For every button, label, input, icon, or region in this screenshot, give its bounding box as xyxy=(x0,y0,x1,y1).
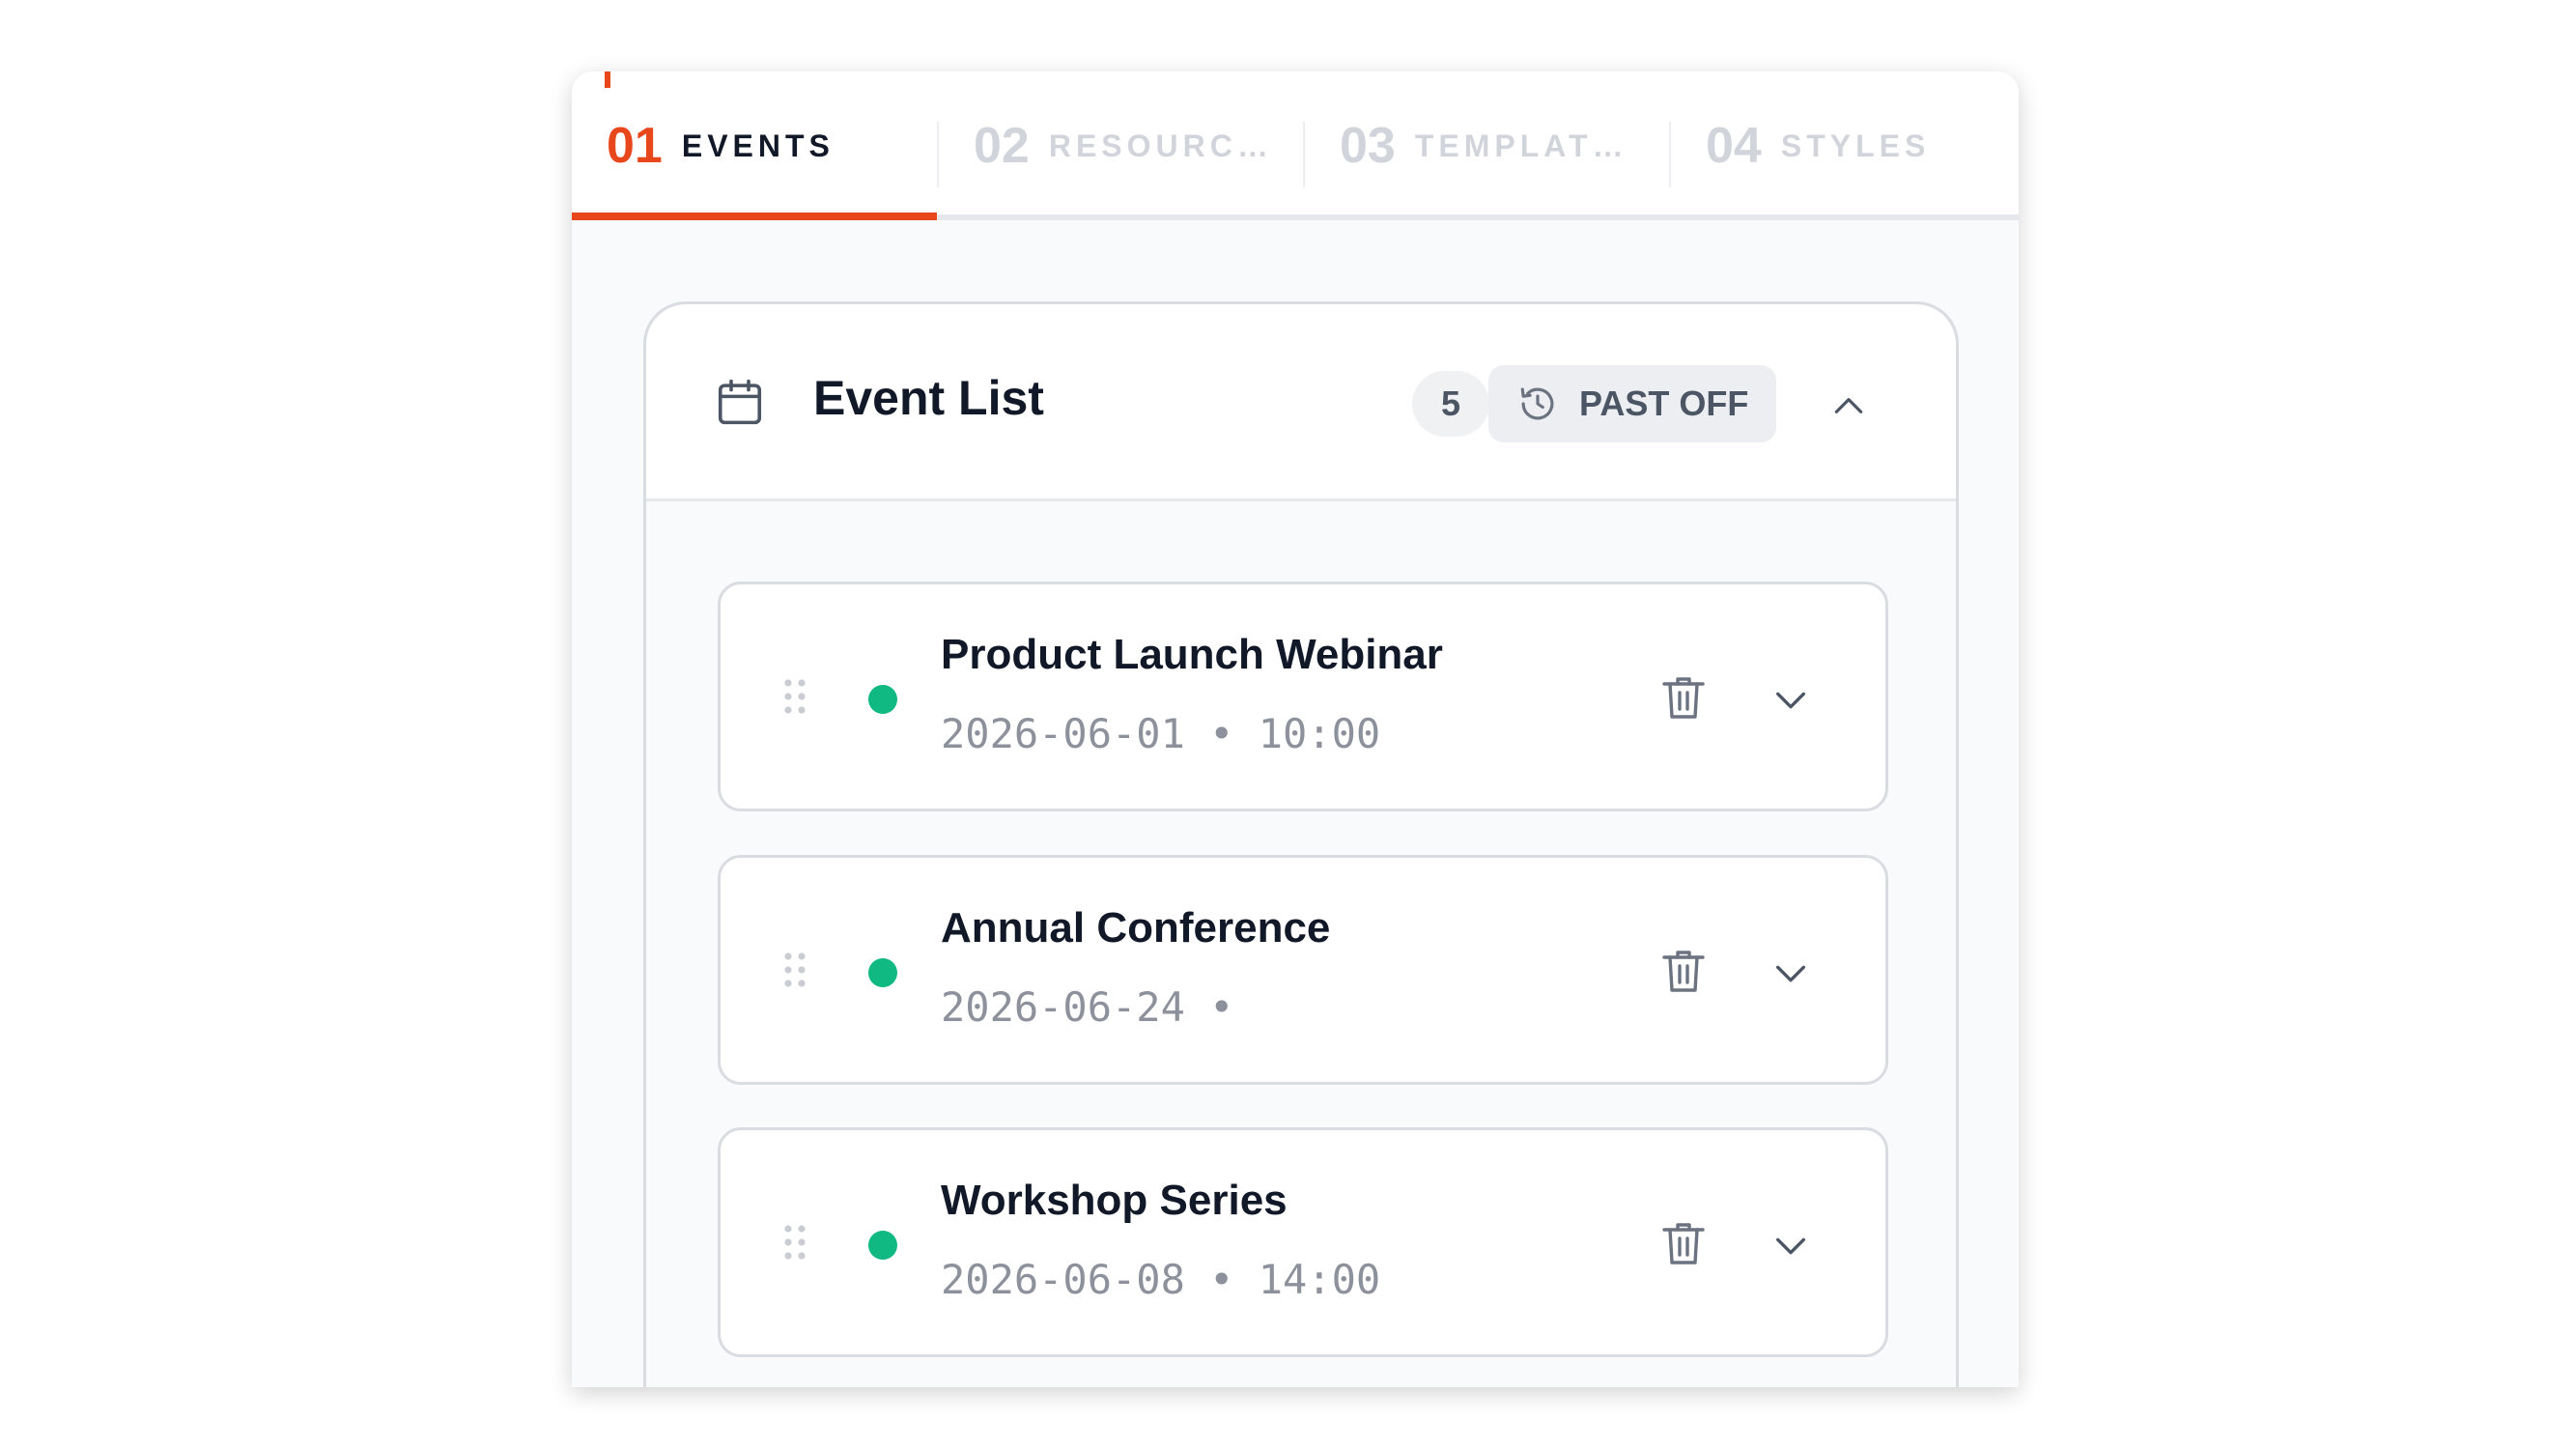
tab-number: 03 xyxy=(1340,118,1396,174)
event-item[interactable]: Product Launch Webinar 2026-06-01 • 10:0… xyxy=(718,582,1888,811)
tab-templates[interactable]: 03 TEMPLAT… xyxy=(1305,71,1670,220)
event-name: Workshop Series xyxy=(941,1177,1288,1224)
status-indicator xyxy=(868,1231,897,1260)
history-icon xyxy=(1520,387,1554,420)
event-list-title: Event List xyxy=(813,371,1044,425)
tab-label: RESOURC… xyxy=(1048,128,1273,163)
trash-icon[interactable] xyxy=(1660,946,1707,996)
calendar-icon xyxy=(718,379,762,425)
event-item[interactable]: Annual Conference 2026-06-24 • xyxy=(718,855,1888,1085)
drag-handle-icon[interactable] xyxy=(782,1223,807,1262)
event-name: Annual Conference xyxy=(941,904,1331,952)
chevron-up-icon[interactable] xyxy=(1830,387,1867,424)
drag-handle-icon[interactable] xyxy=(782,677,807,716)
status-indicator xyxy=(868,685,897,714)
tab-styles[interactable]: 04 STYLES xyxy=(1671,71,2019,220)
tab-number: 01 xyxy=(607,118,663,174)
event-item[interactable]: Workshop Series 2026-06-08 • 14:00 xyxy=(718,1127,1888,1357)
event-count-badge: 5 xyxy=(1412,371,1489,437)
tab-number: 02 xyxy=(974,118,1030,174)
past-events-toggle[interactable]: PAST OFF xyxy=(1488,365,1776,442)
tab-label: EVENTS xyxy=(681,128,835,163)
status-indicator xyxy=(868,958,897,987)
chevron-down-icon[interactable] xyxy=(1771,681,1810,720)
trash-icon[interactable] xyxy=(1660,672,1707,723)
past-toggle-label: PAST OFF xyxy=(1579,384,1749,423)
tab-resources[interactable]: 02 RESOURC… xyxy=(939,71,1304,220)
chevron-down-icon[interactable] xyxy=(1771,954,1810,993)
event-list-card: Event List 5 PAST OFF Product Launch Web… xyxy=(643,301,1959,1387)
tab-events[interactable]: 01 EVENTS xyxy=(572,71,937,220)
trash-icon[interactable] xyxy=(1660,1218,1707,1268)
event-datetime: 2026-06-01 • 10:00 xyxy=(941,710,1381,757)
event-name: Product Launch Webinar xyxy=(941,631,1443,678)
event-datetime: 2026-06-08 • 14:00 xyxy=(941,1256,1381,1303)
tab-bar: 01 EVENTS 02 RESOURC… 03 TEMPLAT… 04 STY… xyxy=(572,71,2019,220)
editor-panel: 01 EVENTS 02 RESOURC… 03 TEMPLAT… 04 STY… xyxy=(572,71,2019,1387)
tab-label: TEMPLAT… xyxy=(1414,128,1628,163)
tab-number: 04 xyxy=(1706,118,1762,174)
tab-label: STYLES xyxy=(1780,128,1931,163)
chevron-down-icon[interactable] xyxy=(1771,1227,1810,1265)
event-list-header: Event List 5 PAST OFF xyxy=(646,304,1956,501)
drag-handle-icon[interactable] xyxy=(782,951,807,989)
event-datetime: 2026-06-24 • xyxy=(941,983,1234,1031)
